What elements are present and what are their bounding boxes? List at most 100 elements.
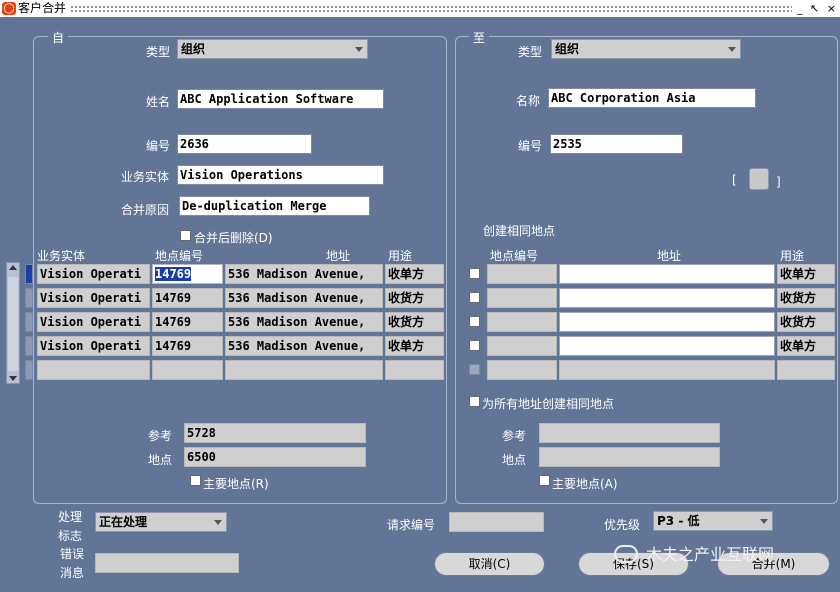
- to-row-address[interactable]: [559, 288, 775, 308]
- error-msg-field: [95, 553, 239, 573]
- from-row-address[interactable]: 536 Madison Avenue,: [225, 336, 383, 356]
- to-row-checkbox[interactable]: [469, 364, 480, 375]
- to-row-site-no[interactable]: [487, 312, 557, 332]
- from-number-field[interactable]: 2636: [177, 134, 312, 154]
- from-row-ou[interactable]: Vision Operati: [37, 264, 150, 284]
- row-indicator[interactable]: [25, 312, 33, 332]
- window-title: 客户合并: [18, 1, 67, 15]
- from-row-site-no[interactable]: [152, 360, 223, 380]
- from-row-usage[interactable]: 收单方: [385, 264, 444, 284]
- process-flag-label: 处理: [58, 510, 83, 524]
- from-type-value: 组织: [181, 42, 206, 56]
- from-col-site-no: 地点编号: [155, 249, 204, 263]
- window-title-bar: ◯ 客户合并 _ ↖ ×: [0, 0, 840, 17]
- to-row-checkbox[interactable]: [469, 268, 480, 279]
- from-row-usage[interactable]: 收货方: [385, 312, 444, 332]
- watermark-text: 木夫之产业互联网: [646, 545, 775, 564]
- from-row-site-no[interactable]: 14769: [152, 336, 223, 356]
- chevron-down-icon: [760, 519, 768, 524]
- to-row-usage[interactable]: 收单方: [777, 264, 835, 284]
- to-name-label: 名称: [516, 94, 541, 108]
- from-reason-label: 合并原因: [121, 203, 170, 217]
- from-name-label: 姓名: [146, 95, 171, 109]
- to-row-address[interactable]: [559, 360, 775, 380]
- from-ou-field[interactable]: Vision Operations: [177, 165, 384, 185]
- scroll-down-icon[interactable]: [9, 376, 17, 381]
- to-row-checkbox[interactable]: [469, 292, 480, 303]
- to-type-value: 组织: [555, 42, 580, 56]
- to-row-usage[interactable]: 收货方: [777, 312, 835, 332]
- from-row-ou[interactable]: Vision Operati: [37, 312, 150, 332]
- delete-after-merge-label: 合并后删除(D): [194, 231, 273, 245]
- from-type-select[interactable]: 组织: [177, 39, 368, 59]
- row-indicator[interactable]: [25, 264, 33, 284]
- to-row-address[interactable]: [559, 312, 775, 332]
- to-type-label: 类型: [518, 45, 543, 59]
- to-type-select[interactable]: 组织: [551, 39, 741, 59]
- from-row-ou[interactable]: [37, 360, 150, 380]
- request-no-label: 请求编号: [387, 518, 436, 532]
- scrollbar-thumb[interactable]: [8, 277, 18, 371]
- to-row-site-no[interactable]: [487, 288, 557, 308]
- request-no-field: [449, 512, 544, 532]
- from-reason-field[interactable]: De-duplication Merge: [179, 196, 370, 216]
- to-row-address[interactable]: [559, 336, 775, 356]
- from-row-usage[interactable]: 收单方: [385, 336, 444, 356]
- from-row-usage[interactable]: 收货方: [385, 288, 444, 308]
- to-reference-label: 参考: [502, 429, 527, 443]
- create-all-label: 为所有地址创建相同地点: [482, 397, 615, 411]
- row-indicator[interactable]: [25, 288, 33, 308]
- to-site-label: 地点: [502, 453, 527, 467]
- to-row-checkbox[interactable]: [469, 316, 480, 327]
- from-group-label: 自: [48, 29, 69, 46]
- priority-select[interactable]: P3 - 低: [653, 511, 773, 531]
- to-row-usage[interactable]: 收货方: [777, 288, 835, 308]
- from-row-address[interactable]: 536 Madison Avenue,: [225, 264, 383, 284]
- to-row-usage[interactable]: 收单方: [777, 336, 835, 356]
- process-flag-select[interactable]: 正在处理: [95, 512, 227, 532]
- from-row-ou[interactable]: Vision Operati: [37, 288, 150, 308]
- create-all-checkbox[interactable]: [469, 396, 480, 407]
- lov-button[interactable]: [749, 168, 769, 190]
- from-reference-label: 参考: [148, 429, 173, 443]
- from-site-label: 地点: [148, 453, 173, 467]
- to-site-field: [539, 447, 720, 467]
- window-controls[interactable]: _ ↖ ×: [797, 0, 838, 17]
- scroll-up-icon[interactable]: [9, 265, 17, 270]
- from-row-address[interactable]: [225, 360, 383, 380]
- from-name-field[interactable]: ABC Application Software: [177, 89, 384, 109]
- from-row-site-no[interactable]: 14769: [152, 288, 223, 308]
- chevron-down-icon: [214, 520, 222, 525]
- from-row-site-no[interactable]: 14769: [152, 264, 223, 284]
- from-table-scrollbar[interactable]: [6, 262, 20, 384]
- to-row-site-no[interactable]: [487, 264, 557, 284]
- to-row-site-no[interactable]: [487, 360, 557, 380]
- from-row-usage[interactable]: [385, 360, 444, 380]
- bracket-right: ]: [776, 175, 781, 189]
- cancel-button[interactable]: 取消(C): [434, 552, 545, 576]
- selected-text: 14769: [155, 267, 192, 281]
- to-number-label: 编号: [518, 139, 543, 153]
- to-primary-site-checkbox[interactable]: [539, 475, 550, 486]
- to-group-label: 至: [469, 29, 490, 46]
- process-flag-label: 标志: [58, 529, 83, 543]
- from-row-site-no[interactable]: 14769: [152, 312, 223, 332]
- delete-after-merge-checkbox[interactable]: [180, 230, 191, 241]
- priority-label: 优先级: [604, 518, 641, 532]
- from-row-address[interactable]: 536 Madison Avenue,: [225, 312, 383, 332]
- to-reference-field: [539, 423, 720, 443]
- from-row-ou[interactable]: Vision Operati: [37, 336, 150, 356]
- to-row-site-no[interactable]: [487, 336, 557, 356]
- to-row-address[interactable]: [559, 264, 775, 284]
- to-name-field[interactable]: ABC Corporation Asia: [548, 88, 756, 108]
- row-indicator[interactable]: [25, 336, 33, 356]
- from-primary-site-checkbox[interactable]: [190, 475, 201, 486]
- error-msg-label: 错误: [60, 547, 85, 561]
- from-number-label: 编号: [146, 139, 171, 153]
- to-row-checkbox[interactable]: [469, 340, 480, 351]
- to-row-usage[interactable]: [777, 360, 835, 380]
- from-row-address[interactable]: 536 Madison Avenue,: [225, 288, 383, 308]
- to-number-field[interactable]: 2535: [550, 134, 683, 154]
- row-indicator[interactable]: [25, 360, 33, 380]
- from-site-field: 6500: [184, 447, 366, 467]
